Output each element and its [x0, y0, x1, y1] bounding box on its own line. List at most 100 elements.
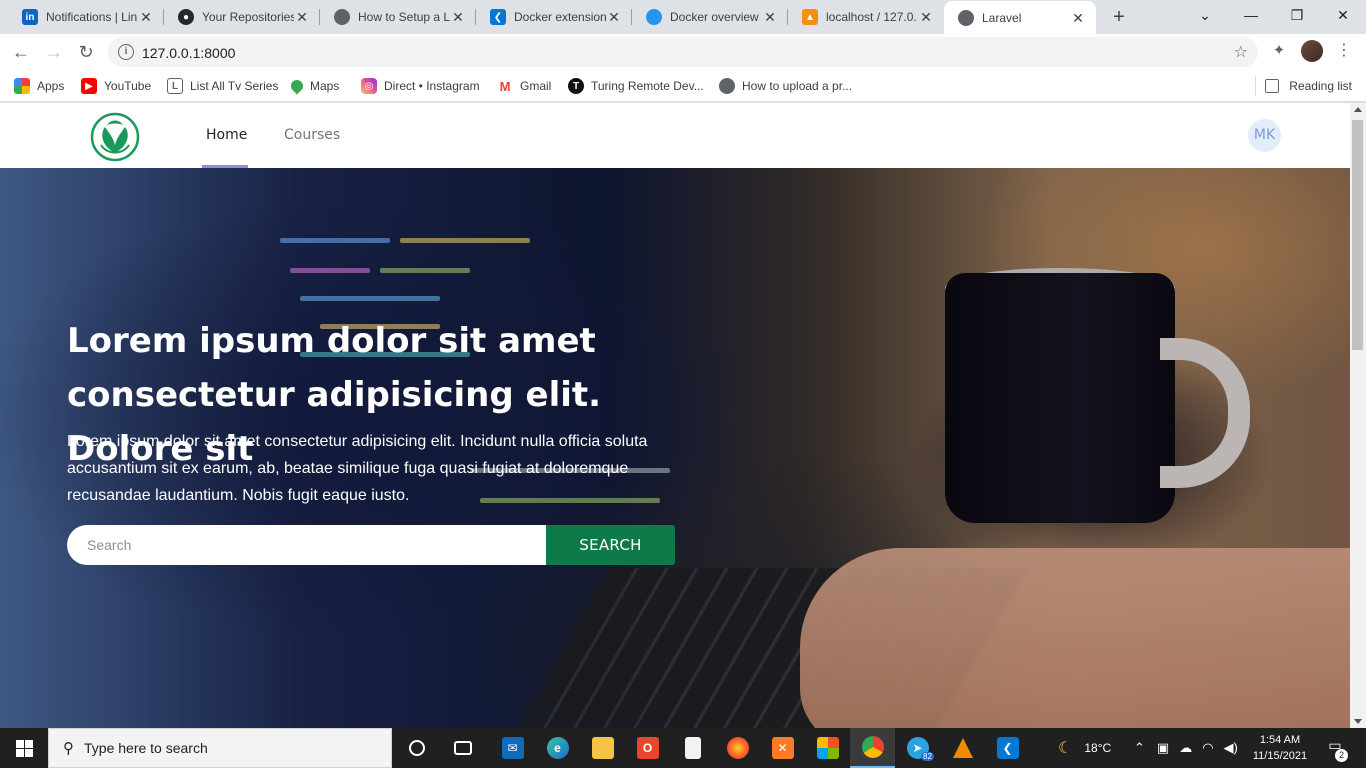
file-explorer-icon [591, 737, 614, 759]
close-icon[interactable]: ✕ [762, 9, 778, 25]
bookmark-label: YouTube [104, 79, 152, 93]
profile-avatar[interactable] [1301, 40, 1323, 62]
bookmark-tv-series[interactable]: L List All Tv Series [167, 76, 278, 96]
tab-laravel-active[interactable]: Laravel ✕ [944, 1, 1096, 34]
close-icon[interactable]: ✕ [1070, 10, 1086, 26]
bookmark-turing[interactable]: T Turing Remote Dev... [568, 76, 704, 96]
reload-button[interactable]: ↻ [74, 40, 98, 64]
weather-widget[interactable]: ☾ 18°C [1058, 728, 1111, 768]
nav-home-link[interactable]: Home [206, 127, 247, 143]
url-text[interactable]: 127.0.0.1:8000 [142, 45, 235, 61]
tab-phpmyadmin[interactable]: ▲ localhost / 127.0. ✕ [788, 0, 944, 34]
taskbar-search-box[interactable]: ⚲ Type here to search [48, 728, 392, 768]
mail-icon: ✉ [501, 737, 524, 759]
bookmark-apps[interactable]: Apps [14, 76, 64, 96]
scroll-down-arrow-icon[interactable] [1354, 719, 1362, 724]
extensions-puzzle-icon[interactable]: ✦ [1270, 41, 1288, 59]
wifi-icon[interactable]: ◠ [1202, 740, 1213, 756]
reading-list-button[interactable]: Reading list [1265, 76, 1352, 96]
bookmark-label: Apps [37, 79, 65, 93]
page-viewport: Home Courses MK Lorem ipsum dolor sit am… [0, 103, 1350, 728]
bookmark-maps[interactable]: Maps [288, 76, 339, 96]
taskbar-file-explorer[interactable] [580, 728, 625, 768]
moon-icon: ☾ [1058, 740, 1073, 757]
taskbar-firefox[interactable] [715, 728, 760, 768]
page-scrollbar[interactable] [1350, 103, 1366, 728]
search-input[interactable] [67, 525, 547, 565]
tab-linkedin[interactable]: in Notifications | Lin ✕ [8, 0, 164, 34]
new-tab-button[interactable]: + [1108, 6, 1130, 28]
onedrive-icon[interactable]: ☁ [1179, 740, 1192, 756]
nav-courses-link[interactable]: Courses [284, 127, 340, 143]
close-window-button[interactable]: ✕ [1320, 0, 1366, 30]
scrollbar-thumb[interactable] [1352, 120, 1363, 350]
system-tray: ⌃ ▣ ☁ ◠ ◀) [1134, 728, 1238, 768]
bookmark-instagram[interactable]: ◎ Direct • Instagram [361, 76, 480, 96]
close-icon[interactable]: ✕ [606, 9, 622, 25]
hero-section: Lorem ipsum dolor sit amet consectetur a… [0, 168, 1350, 728]
maximize-button[interactable]: ❐ [1274, 0, 1320, 30]
task-view-button[interactable] [440, 728, 485, 768]
cortana-circle-icon [408, 740, 425, 756]
scroll-up-arrow-icon[interactable] [1354, 107, 1362, 112]
chevron-up-icon[interactable]: ⌃ [1134, 740, 1145, 756]
user-avatar[interactable]: MK [1248, 119, 1281, 152]
weather-temp: 18°C [1084, 741, 1112, 755]
bookmark-gmail[interactable]: M Gmail [497, 76, 551, 96]
tab-title: Laravel [982, 10, 1022, 25]
tab-title: Your Repositories [202, 10, 294, 24]
notification-count: 2 [1335, 749, 1348, 762]
site-logo[interactable] [89, 111, 141, 163]
back-button[interactable]: ← [9, 40, 33, 64]
taskbar-telegram[interactable]: ➤ 82 [895, 728, 940, 768]
taskbar-vlc[interactable] [940, 728, 985, 768]
tab-github[interactable]: ● Your Repositories ✕ [164, 0, 320, 34]
taskbar-vscode[interactable]: ❮ [985, 728, 1030, 768]
close-icon[interactable]: ✕ [918, 9, 934, 25]
docker-docs-icon [646, 9, 662, 25]
taskbar-mail[interactable]: ✉ [490, 728, 535, 768]
taskbar-office[interactable]: O [625, 728, 670, 768]
address-bar[interactable]: i 127.0.0.1:8000 ☆ [108, 37, 1258, 67]
phpmyadmin-icon: ▲ [802, 9, 818, 25]
forward-button[interactable]: → [42, 40, 66, 64]
tab-search-dropdown-icon[interactable]: ⌄ [1182, 0, 1228, 30]
site-info-icon[interactable]: i [118, 44, 134, 60]
site-navbar: Home Courses MK [0, 103, 1350, 168]
bookmark-label: How to upload a pr... [742, 79, 853, 93]
meet-now-icon[interactable]: ▣ [1157, 740, 1169, 756]
tab-docker-extension[interactable]: ❮ Docker extension ✕ [476, 0, 632, 34]
minimize-button[interactable]: — [1228, 0, 1274, 30]
hero-search-form: SEARCH [67, 525, 675, 565]
close-icon[interactable]: ✕ [450, 9, 466, 25]
taskbar-clock[interactable]: 1:54 AM 11/15/2021 [1250, 732, 1310, 764]
search-button[interactable]: SEARCH [546, 525, 675, 565]
bookmark-upload[interactable]: How to upload a pr... [719, 76, 852, 96]
tab-docker-overview[interactable]: Docker overview ✕ [632, 0, 788, 34]
bookmark-star-icon[interactable]: ☆ [1234, 42, 1248, 62]
start-button[interactable] [0, 728, 48, 768]
notification-center-button[interactable]: ▭ 2 [1324, 737, 1348, 762]
volume-icon[interactable]: ◀) [1224, 740, 1238, 756]
clock-date: 11/15/2021 [1252, 750, 1308, 762]
telegram-badge: 82 [921, 752, 934, 761]
browser-toolbar: ← → ↻ i 127.0.0.1:8000 ☆ [0, 34, 1366, 70]
taskbar-chrome[interactable] [850, 728, 895, 768]
reading-list-label: Reading list [1289, 79, 1352, 93]
windows-taskbar: ⚲ Type here to search ✉ e O ✕ ➤ 82 ❮ ☾ 1… [0, 728, 1366, 768]
browser-menu-icon[interactable]: ⋮ [1336, 41, 1352, 61]
taskbar-edge[interactable]: e [535, 728, 580, 768]
taskbar-notepad[interactable] [670, 728, 715, 768]
notepad-icon [684, 737, 701, 759]
taskbar-store[interactable] [805, 728, 850, 768]
office-icon: O [636, 737, 659, 759]
close-icon[interactable]: ✕ [294, 9, 310, 25]
task-view-icon [453, 741, 472, 755]
cortana-button[interactable] [394, 728, 439, 768]
taskbar-xampp[interactable]: ✕ [760, 728, 805, 768]
close-icon[interactable]: ✕ [138, 9, 154, 25]
bookmark-youtube[interactable]: ▶ YouTube [81, 76, 151, 96]
windows-logo-icon [15, 739, 33, 757]
tab-setup[interactable]: How to Setup a L ✕ [320, 0, 476, 34]
vscode-icon: ❮ [996, 737, 1019, 759]
